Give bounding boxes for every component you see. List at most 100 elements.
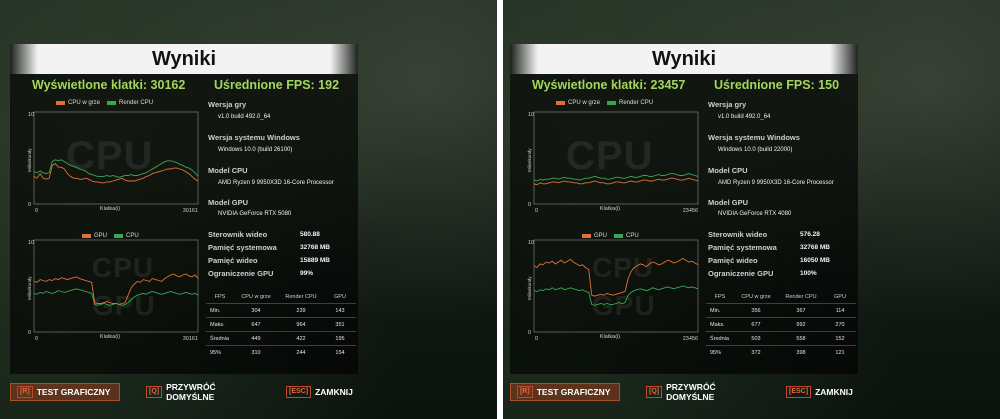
x-axis-label: Klatka(i) xyxy=(600,206,620,212)
y-axis-label: Milisekundy xyxy=(527,148,532,172)
kv-label: Pamięć wideo xyxy=(208,256,258,265)
table-row: Średnia 449 422 195 xyxy=(206,331,356,346)
divider xyxy=(497,0,503,419)
kv-value: 99% xyxy=(300,270,314,277)
info-value: NVIDIA GeForce RTX 5080 xyxy=(218,211,292,217)
close-button[interactable]: [ESC] ZAMKNIJ xyxy=(780,383,860,401)
hotkey-badge: [Q] xyxy=(646,386,663,398)
info-value: NVIDIA GeForce RTX 4080 xyxy=(718,211,792,217)
series-line-b xyxy=(33,288,199,306)
table-header: Render CPU xyxy=(785,293,817,300)
table-header: GPU xyxy=(834,293,846,300)
gpu-frametime-chart: GPU CPU CPU GPU 10 0 0 30161 Klatka(i) Milise… xyxy=(26,228,200,348)
table-cell: 121 xyxy=(824,345,856,359)
button-label: ZAMKNIJ xyxy=(315,387,353,397)
table-row: 95% 372 398 121 xyxy=(706,345,856,359)
table-cell: Średnia xyxy=(706,331,734,346)
plot-frame xyxy=(533,111,699,205)
average-fps: Uśrednione FPS: 192 xyxy=(214,78,340,92)
button-label: ZAMKNIJ xyxy=(815,387,853,397)
table-cell: 422 xyxy=(278,331,324,346)
chart-plot: 10 00 30161 Klatka(i) Milisekundy xyxy=(27,239,199,342)
x-tick-label: 0 xyxy=(535,336,538,342)
restore-defaults-button[interactable]: [Q] PRZYWRÓĆ DOMYŚLNE xyxy=(140,382,270,402)
info-label: Wersja systemu Windows xyxy=(708,133,800,142)
info-value: v1.0 build 492.0_64 xyxy=(218,114,271,120)
y-tick-label: 0 xyxy=(528,330,531,336)
x-axis-label: Klatka(i) xyxy=(100,206,120,212)
kv-value: 100% xyxy=(800,270,817,277)
y-tick-label: 10 xyxy=(28,240,34,246)
kv-label: Ograniczenie GPU xyxy=(208,269,274,278)
table-cell: 143 xyxy=(324,303,356,318)
y-tick-label: 0 xyxy=(28,202,31,208)
restore-defaults-button[interactable]: [Q] PRZYWRÓĆ DOMYŚLNE xyxy=(640,382,770,402)
kv-value: 15889 MB xyxy=(300,257,330,264)
table-cell: Maks. xyxy=(206,317,234,332)
info-value: Windows 10.0 (build 26100) xyxy=(218,147,293,153)
table-cell: 351 xyxy=(324,317,356,332)
page-title: Wyniki xyxy=(151,48,217,70)
kv-label: Ograniczenie GPU xyxy=(708,269,774,278)
table-row: Min. 304 239 143 xyxy=(206,303,356,318)
kv-value: 16050 MB xyxy=(800,257,830,264)
kv-label: Pamięć systemowa xyxy=(208,243,277,252)
chart-plot: 10 00 30161 Klatka(i) Milisekundy xyxy=(27,111,199,214)
x-tick-label: 23456 xyxy=(683,336,698,342)
close-button[interactable]: [ESC] ZAMKNIJ xyxy=(280,383,360,401)
info-label: Model GPU xyxy=(708,198,749,207)
table-row: Maks. 647 964 351 xyxy=(206,317,356,332)
chart-plot: 10 00 23456 Klatka(i) Milisekundy xyxy=(527,111,699,214)
table-cell: 154 xyxy=(324,345,356,359)
graphics-test-button[interactable]: [R] TEST GRAFICZNY xyxy=(510,383,620,401)
fps-table: FPS CPU w grze Render CPU GPU Min. 356 3… xyxy=(706,290,856,359)
frames-displayed: Wyświetlone klatki: 23457 xyxy=(532,78,686,92)
table-cell: 95% xyxy=(206,345,234,359)
kv-label: Pamięć systemowa xyxy=(708,243,777,252)
table-cell: 372 xyxy=(734,345,778,359)
kv-value: 32768 MB xyxy=(800,244,830,251)
table-cell: 558 xyxy=(778,331,824,346)
graphics-test-button[interactable]: [R] TEST GRAFICZNY xyxy=(10,383,120,401)
chart-plot: 10 00 23456 Klatka(i) Milisekundy xyxy=(527,239,699,342)
button-label: TEST GRAFICZNY xyxy=(36,387,111,397)
table-cell: 304 xyxy=(234,303,278,318)
table-header: FPS xyxy=(214,293,226,300)
info-label: Wersja gry xyxy=(208,100,247,109)
table-cell: 95% xyxy=(706,345,734,359)
series-line-b xyxy=(533,285,699,306)
info-label: Model CPU xyxy=(208,166,248,175)
frames-displayed: Wyświetlone klatki: 30162 xyxy=(32,78,186,92)
table-cell: 964 xyxy=(278,317,324,332)
kv-value: 32768 MB xyxy=(300,244,330,251)
table-cell: 503 xyxy=(734,331,778,346)
y-tick-label: 10 xyxy=(28,112,34,118)
results-screen-right: Wyniki Wyświetlone klatki: 23457 Uśredni… xyxy=(500,0,1000,419)
x-tick-label: 0 xyxy=(35,336,38,342)
kv-label: Sterownik wideo xyxy=(708,230,768,239)
table-header: CPU w grze xyxy=(241,293,271,300)
table-cell: Średnia xyxy=(206,331,234,346)
hotkey-badge: [R] xyxy=(517,386,533,398)
kv-label: Sterownik wideo xyxy=(208,230,268,239)
table-cell: 270 xyxy=(824,317,856,332)
table-cell: 647 xyxy=(234,317,278,332)
table-cell: 114 xyxy=(824,303,856,318)
table-row: Maks. 677 992 270 xyxy=(706,317,856,332)
y-axis-label: Milisekundy xyxy=(27,148,32,172)
results-screen-left: Wyniki Wyświetlone klatki: 30162 Uśredni… xyxy=(0,0,500,419)
plot-frame xyxy=(33,239,199,333)
series-line-a xyxy=(33,273,199,305)
y-axis-label: Milisekundy xyxy=(527,276,532,300)
series-line-b xyxy=(533,173,699,182)
gpu-frametime-chart: GPU CPU CPU GPU 10 0 0 23456 Klatka(i) Milise… xyxy=(526,228,700,348)
table-cell: 244 xyxy=(278,345,324,359)
info-value: Windows 10.0 (build 22000) xyxy=(718,147,793,153)
info-label: Wersja systemu Windows xyxy=(208,133,300,142)
table-header: CPU w grze xyxy=(741,293,771,300)
table-cell: Min. xyxy=(206,303,234,318)
table-cell: 356 xyxy=(734,303,778,318)
plot-frame xyxy=(533,239,699,333)
table-cell: 449 xyxy=(234,331,278,346)
table-cell: 152 xyxy=(824,331,856,346)
